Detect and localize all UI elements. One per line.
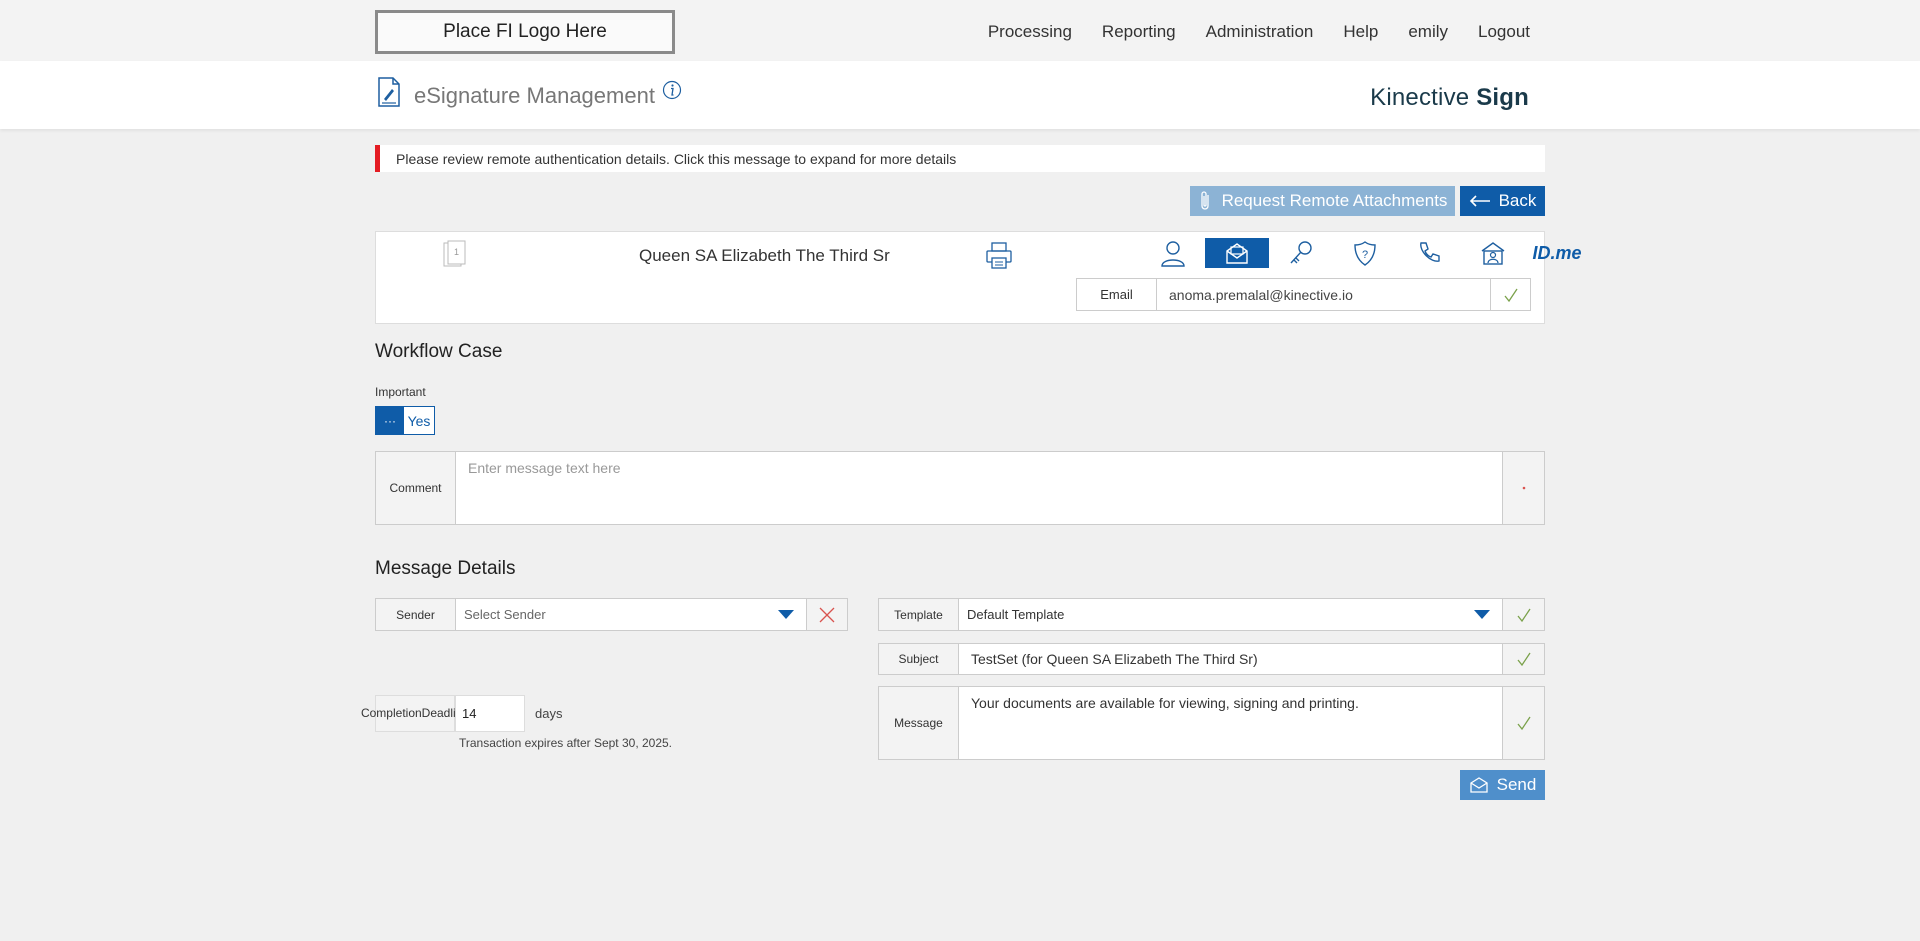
nav-administration[interactable]: Administration xyxy=(1206,22,1314,42)
document-count: 1 xyxy=(454,247,459,257)
email-icon xyxy=(1226,243,1248,264)
brand-name: Kinective xyxy=(1370,84,1470,111)
fi-logo-placeholder: Place FI Logo Here xyxy=(375,10,675,54)
phone-icon xyxy=(1420,242,1440,262)
auth-alert-banner[interactable]: Please review remote authentication deta… xyxy=(375,145,1545,172)
subject-check xyxy=(1502,644,1544,674)
completion-deadline: Completion Deadline 14 days xyxy=(361,695,572,732)
expiration-note: Transaction expires after Sept 30, 2025. xyxy=(459,736,673,750)
template-check xyxy=(1502,599,1544,630)
nav-logout[interactable]: Logout xyxy=(1478,22,1530,42)
email-label: Email xyxy=(1077,279,1157,310)
top-navigation: Processing Reporting Administration Help… xyxy=(988,22,1530,42)
key-icon xyxy=(1290,241,1312,264)
auth-user[interactable] xyxy=(1141,238,1205,268)
top-bar: Place FI Logo Here Processing Reporting … xyxy=(0,0,1920,61)
required-dot-icon xyxy=(1522,486,1525,490)
subject-input[interactable]: TestSet (for Queen SA Elizabeth The Thir… xyxy=(959,644,1502,674)
comment-input[interactable]: Enter message text here xyxy=(456,452,1502,524)
comment-required-indicator xyxy=(1502,452,1544,524)
request-remote-attachments-button[interactable]: Request Remote Attachments xyxy=(1190,186,1455,216)
paperclip-icon xyxy=(1200,191,1209,210)
checkmark-icon xyxy=(1516,652,1531,667)
back-label: Back xyxy=(1498,191,1537,210)
template-dropdown[interactable] xyxy=(1462,599,1502,630)
sender-clear[interactable] xyxy=(806,599,847,630)
user-icon xyxy=(1161,241,1185,267)
recipient-name: Queen SA Elizabeth The Third Sr xyxy=(639,246,890,265)
sender-field: Sender Select Sender xyxy=(375,598,848,631)
nav-processing[interactable]: Processing xyxy=(988,22,1072,42)
toggle-knob: ··· xyxy=(376,407,404,434)
authentication-methods: ? ID.me xyxy=(1141,238,1589,268)
nav-help[interactable]: Help xyxy=(1343,22,1378,42)
deadline-label-line1: Completion xyxy=(360,706,422,720)
message-check xyxy=(1502,687,1544,759)
template-field: Template Default Template xyxy=(878,598,1545,631)
in-person-icon xyxy=(1481,242,1505,265)
subject-field: Subject TestSet (for Queen SA Elizabeth … xyxy=(878,643,1545,675)
template-label: Template xyxy=(879,599,959,630)
toggle-value: Yes xyxy=(407,412,431,429)
request-remote-attachments-label: Request Remote Attachments xyxy=(1221,191,1448,210)
email-check xyxy=(1490,279,1530,310)
email-field: Email anoma.premalal@kinective.io xyxy=(1076,278,1531,311)
security-question-icon: ? xyxy=(1354,241,1376,266)
arrow-left-icon xyxy=(1469,195,1490,207)
svg-text:?: ? xyxy=(1362,249,1368,261)
template-select[interactable]: Default Template xyxy=(959,599,1462,630)
recipient-panel: 1 Queen SA Elizabeth The Third Sr ? ID.m… xyxy=(375,231,1582,324)
document-sign-icon xyxy=(378,77,400,107)
chevron-down-icon xyxy=(1474,610,1490,619)
message-label: Message xyxy=(879,687,959,759)
info-icon[interactable] xyxy=(662,80,682,100)
sender-label: Sender xyxy=(376,599,456,630)
back-button[interactable]: Back xyxy=(1460,186,1545,216)
page-title: eSignature Management xyxy=(414,83,655,108)
comment-field: Comment Enter message text here xyxy=(375,451,1545,525)
message-input[interactable]: Your documents are available for viewing… xyxy=(959,687,1502,759)
deadline-input[interactable]: 14 xyxy=(455,695,525,732)
checkmark-icon xyxy=(1503,288,1518,302)
checkmark-icon xyxy=(1516,608,1531,622)
idme-icon: ID.me xyxy=(1532,242,1582,263)
brand-suffix: Sign xyxy=(1476,84,1529,111)
title-bar: eSignature Management Kinective Sign xyxy=(0,61,1920,129)
sender-dropdown[interactable] xyxy=(766,599,806,630)
send-label: Send xyxy=(1496,775,1537,794)
auth-email[interactable] xyxy=(1205,238,1269,268)
important-label: Important xyxy=(375,385,426,399)
printer-icon[interactable] xyxy=(984,240,1014,270)
sender-select[interactable]: Select Sender xyxy=(456,599,766,630)
chevron-down-icon xyxy=(778,610,794,619)
deadline-unit: days xyxy=(535,706,563,721)
workflow-case-title: Workflow Case xyxy=(375,341,503,362)
comment-label: Comment xyxy=(376,452,456,524)
email-value[interactable]: anoma.premalal@kinective.io xyxy=(1157,279,1490,310)
send-button[interactable]: Send xyxy=(1460,770,1545,800)
checkmark-icon xyxy=(1516,716,1531,731)
subject-label: Subject xyxy=(879,644,959,674)
close-icon xyxy=(819,607,835,622)
auth-key[interactable] xyxy=(1269,238,1333,268)
message-details-title: Message Details xyxy=(375,558,516,579)
document-count-icon: 1 xyxy=(443,240,466,267)
email-icon xyxy=(1469,777,1488,793)
important-toggle[interactable]: ··· Yes xyxy=(375,406,435,435)
auth-idme[interactable]: ID.me xyxy=(1525,238,1589,268)
auth-in-person[interactable] xyxy=(1461,238,1525,268)
message-field: Message Your documents are available for… xyxy=(878,686,1545,760)
nav-reporting[interactable]: Reporting xyxy=(1102,22,1176,42)
deadline-label: Completion Deadline xyxy=(361,695,469,732)
auth-security-question[interactable]: ? xyxy=(1333,238,1397,268)
auth-phone[interactable] xyxy=(1397,238,1461,268)
nav-user[interactable]: emily xyxy=(1408,22,1448,42)
brand-logo: Kinective Sign xyxy=(1370,84,1529,112)
